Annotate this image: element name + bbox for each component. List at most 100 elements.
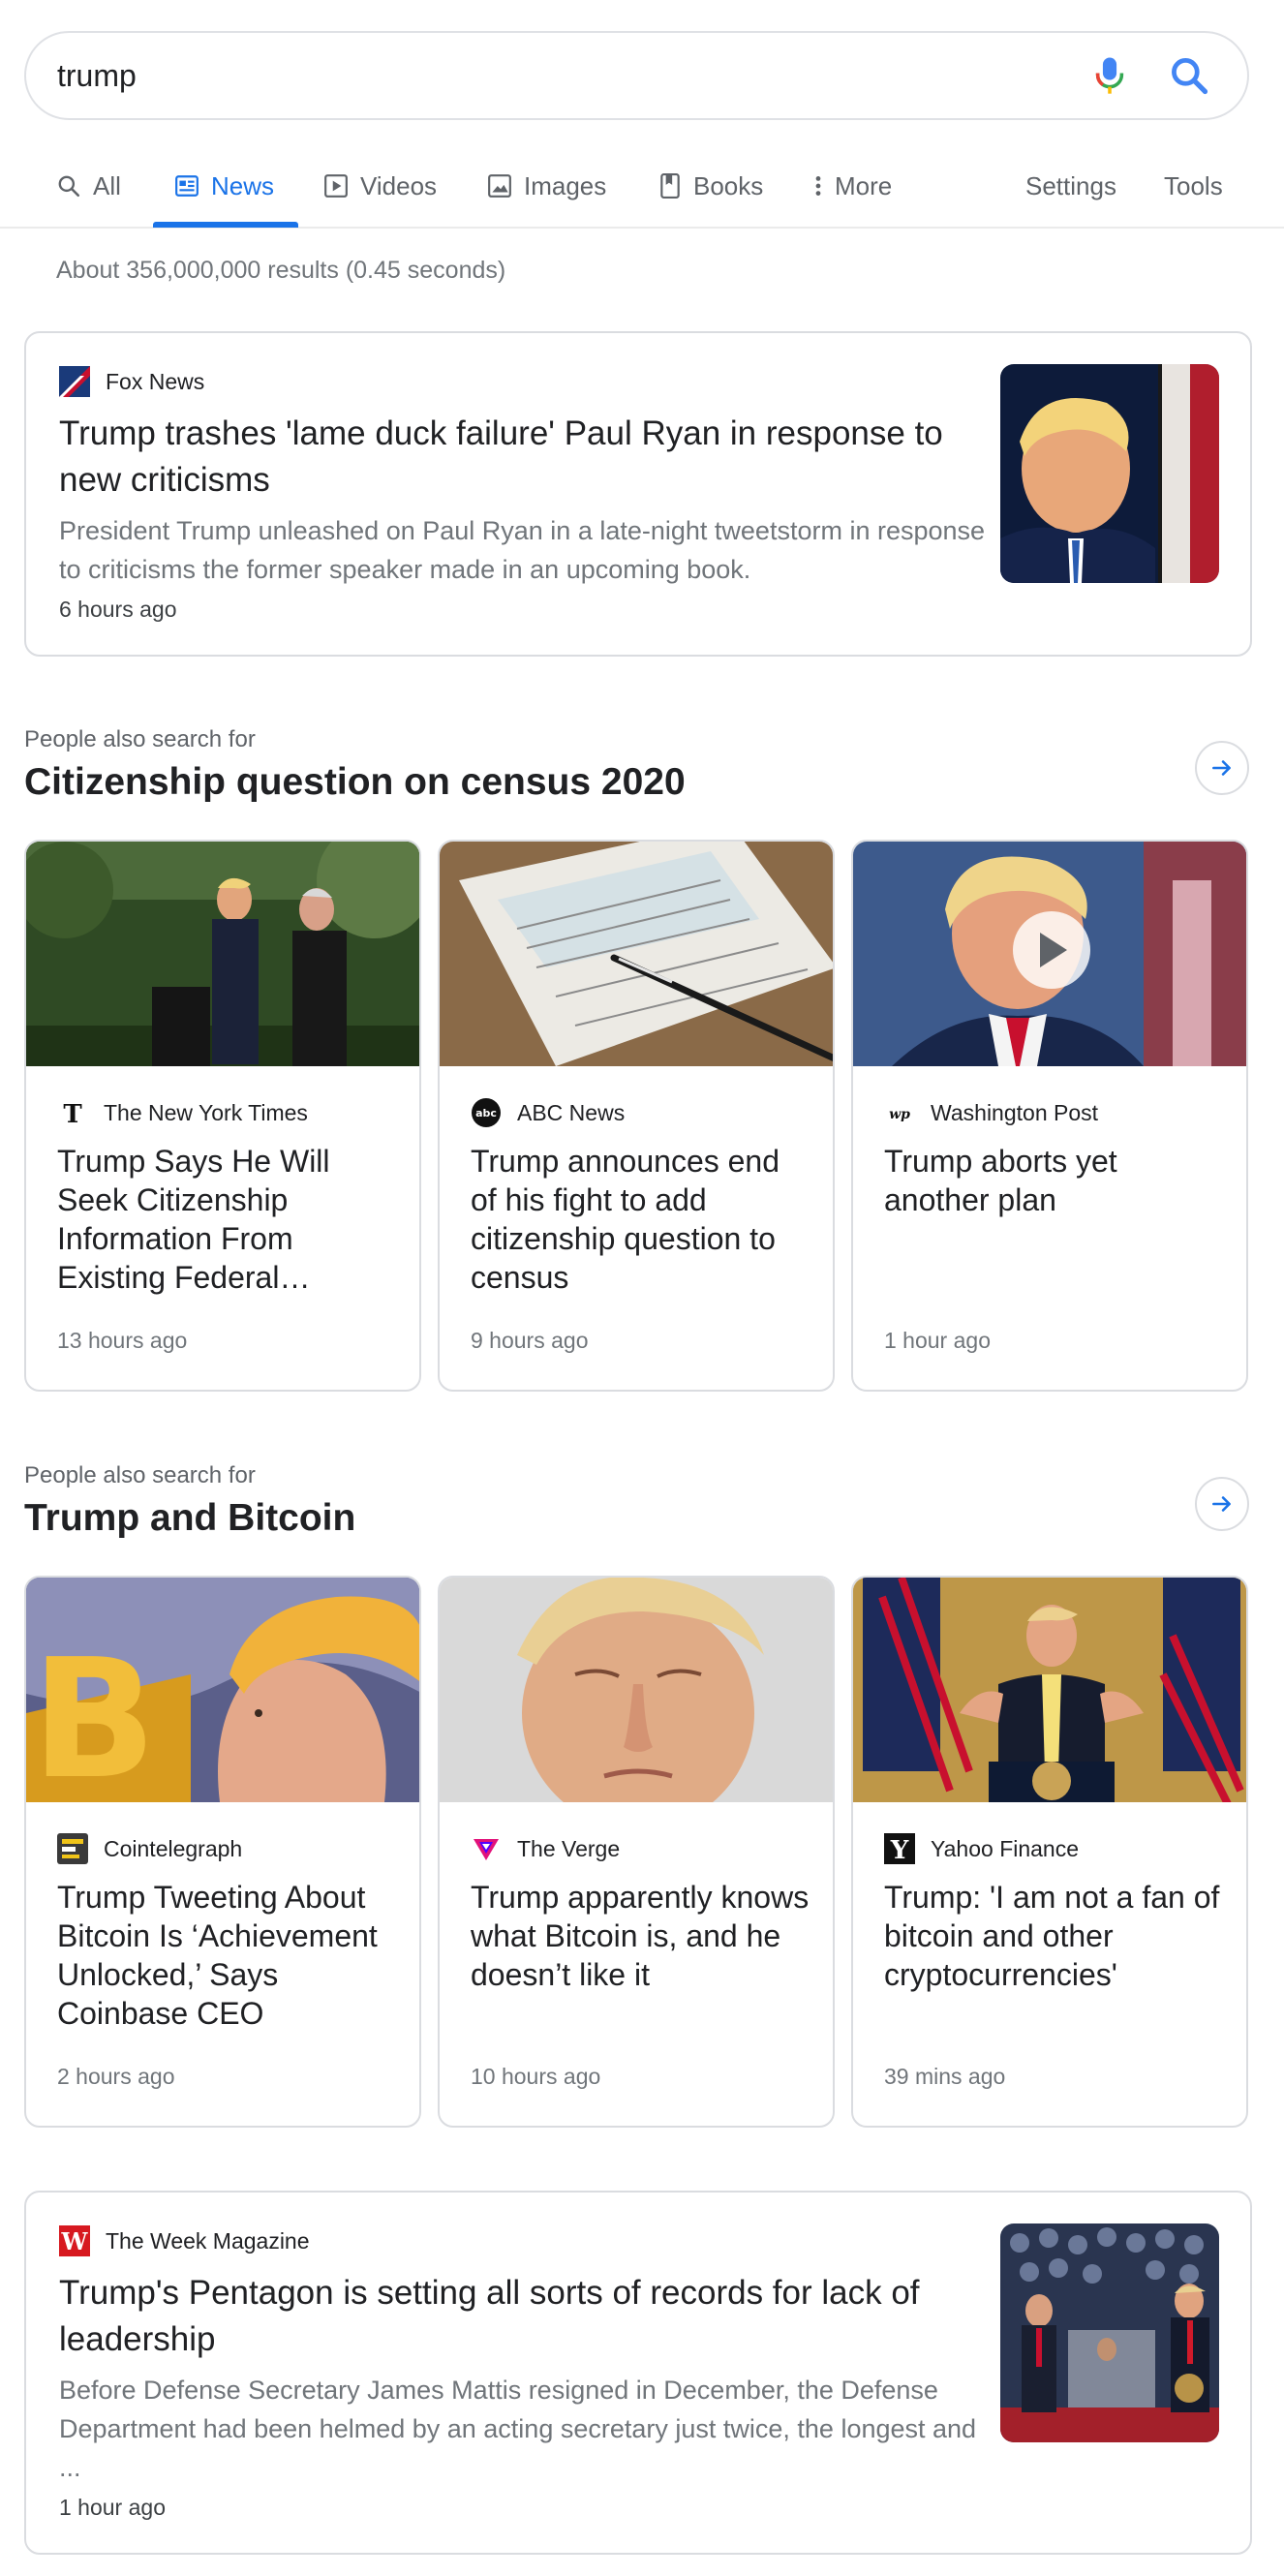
section-kicker: People also search for — [24, 1462, 256, 1488]
tab-books-label: Books — [693, 170, 764, 200]
news-headline[interactable]: Trump trashes 'lame duck failure' Paul R… — [59, 411, 989, 504]
image-icon — [488, 174, 511, 198]
yahoo-finance-logo-icon: Y — [884, 1833, 915, 1864]
tab-videos-label: Videos — [360, 170, 438, 200]
arrow-right-icon — [1212, 1496, 1231, 1512]
news-source-name: ABC News — [517, 1099, 626, 1125]
svg-text:W: W — [61, 2227, 89, 2255]
news-headline[interactable]: Trump's Pentagon is setting all sorts of… — [59, 2270, 989, 2363]
tab-settings-label: Settings — [1025, 170, 1116, 200]
active-tab-indicator — [153, 222, 298, 228]
tab-books[interactable]: Books — [658, 145, 763, 227]
news-source-name: Fox News — [106, 368, 205, 394]
news-card[interactable]: The Verge Trump apparently knows what Bi… — [438, 1576, 835, 2128]
svg-text:abc: abc — [475, 1107, 497, 1119]
news-card-title[interactable]: Trump Tweeting About Bitcoin Is ‘Achieve… — [57, 1878, 396, 2033]
news-card-title[interactable]: Trump apparently knows what Bitcoin is, … — [471, 1878, 810, 1994]
nyt-logo-icon: T — [57, 1097, 88, 1128]
result-stats: About 356,000,000 results (0.45 seconds) — [56, 257, 506, 284]
tab-more-label: More — [835, 170, 893, 200]
abc-news-logo-icon: abc — [472, 1098, 501, 1127]
news-source: Cointelegraph — [57, 1833, 242, 1864]
news-source-name: Cointelegraph — [104, 1835, 243, 1861]
tab-news[interactable]: News — [174, 145, 274, 227]
news-time: 13 hours ago — [57, 1328, 188, 1353]
news-card[interactable]: Y Yahoo Finance Trump: 'I am not a fan o… — [851, 1576, 1248, 2128]
cointelegraph-logo-icon — [57, 1833, 88, 1864]
tab-videos[interactable]: Videos — [323, 145, 437, 227]
news-card-story[interactable]: W The Week Magazine Trump's Pentagon is … — [24, 2191, 1252, 2555]
news-source: The Verge — [471, 1833, 620, 1864]
news-card-image: B — [26, 1578, 419, 1802]
news-time: 9 hours ago — [471, 1328, 589, 1353]
search-input[interactable]: trump — [57, 33, 137, 118]
news-card[interactable]: wp Washington Post Trump aborts yet anot… — [851, 840, 1248, 1392]
section-kicker: People also search for — [24, 726, 256, 752]
news-card-title[interactable]: Trump Says He Will Seek Citizenship Info… — [57, 1142, 396, 1297]
tab-images-label: Images — [524, 170, 607, 200]
news-card[interactable]: B Cointelegraph Trump Tweeting About Bit… — [24, 1576, 421, 2128]
play-icon — [324, 174, 348, 198]
news-source: abc ABC News — [471, 1097, 625, 1128]
video-play-button[interactable] — [1013, 911, 1090, 989]
news-time: 10 hours ago — [471, 2064, 601, 2089]
news-card-title[interactable]: Trump announces end of his fight to add … — [471, 1142, 810, 1297]
play-icon — [1040, 933, 1067, 967]
news-time: 2 hours ago — [57, 2064, 175, 2089]
news-time: 39 mins ago — [884, 2064, 1006, 2089]
tab-images[interactable]: Images — [487, 145, 606, 227]
tab-tools-label: Tools — [1164, 170, 1223, 200]
news-source: Fox News — [59, 366, 204, 397]
news-thumbnail[interactable] — [1000, 364, 1219, 583]
section-title[interactable]: Trump and Bitcoin — [24, 1497, 355, 1540]
news-card-image — [853, 1578, 1246, 1802]
tab-tools[interactable]: Tools — [1164, 145, 1223, 227]
news-source: W The Week Magazine — [59, 2225, 310, 2256]
search-icon — [58, 175, 80, 198]
news-icon — [175, 175, 199, 197]
the-week-logo-icon: W — [59, 2225, 90, 2256]
svg-text:wp: wp — [889, 1107, 910, 1122]
the-verge-logo-icon — [474, 1839, 499, 1860]
news-card[interactable]: abc ABC News Trump announces end of his … — [438, 840, 835, 1392]
svg-text:Y: Y — [890, 1836, 909, 1864]
news-thumbnail[interactable] — [1000, 2223, 1219, 2442]
news-source-name: The New York Times — [104, 1099, 308, 1125]
news-source: T The New York Times — [57, 1097, 308, 1128]
arrow-right-icon — [1212, 760, 1231, 776]
svg-text:B: B — [31, 1624, 157, 1802]
tab-settings[interactable]: Settings — [1025, 145, 1116, 227]
section-more-button[interactable] — [1195, 1477, 1249, 1531]
news-card-title[interactable]: Trump aborts yet another plan — [884, 1142, 1223, 1219]
fox-news-logo-icon — [59, 366, 90, 397]
news-card-top-story[interactable]: Fox News Trump trashes 'lame duck failur… — [24, 331, 1252, 657]
news-source: wp Washington Post — [884, 1097, 1098, 1128]
search-box[interactable]: trump — [24, 31, 1249, 120]
svg-text:T: T — [63, 1100, 82, 1128]
washington-post-logo-icon: wp — [884, 1097, 915, 1128]
search-button-icon[interactable] — [1168, 54, 1210, 97]
tab-all-label: All — [93, 170, 121, 200]
news-time: 1 hour ago — [59, 2495, 166, 2520]
news-time: 1 hour ago — [884, 1328, 991, 1353]
news-card-image — [26, 842, 419, 1066]
news-card-image — [440, 842, 833, 1066]
tab-all[interactable]: All — [56, 145, 121, 227]
tab-more[interactable]: More — [813, 145, 892, 227]
news-snippet: President Trump unleashed on Paul Ryan i… — [59, 516, 986, 584]
microphone-icon[interactable] — [1088, 54, 1131, 99]
news-source-name: Yahoo Finance — [931, 1835, 1080, 1861]
section-title[interactable]: Citizenship question on census 2020 — [24, 761, 686, 804]
search-tabs: All News Videos Images Books More Settin… — [0, 145, 1284, 229]
section-more-button[interactable] — [1195, 741, 1249, 795]
book-icon — [660, 173, 680, 199]
news-source-name: The Verge — [517, 1835, 621, 1861]
more-vert-icon — [815, 176, 821, 196]
news-source-name: The Week Magazine — [106, 2227, 310, 2254]
news-snippet: Before Defense Secretary James Mattis re… — [59, 2376, 977, 2482]
news-card-image — [440, 1578, 833, 1802]
news-card-title[interactable]: Trump: 'I am not a fan of bitcoin and ot… — [884, 1878, 1223, 1994]
tab-news-label: News — [211, 170, 275, 200]
news-source-name: Washington Post — [931, 1099, 1099, 1125]
news-card[interactable]: T The New York Times Trump Says He Will … — [24, 840, 421, 1392]
